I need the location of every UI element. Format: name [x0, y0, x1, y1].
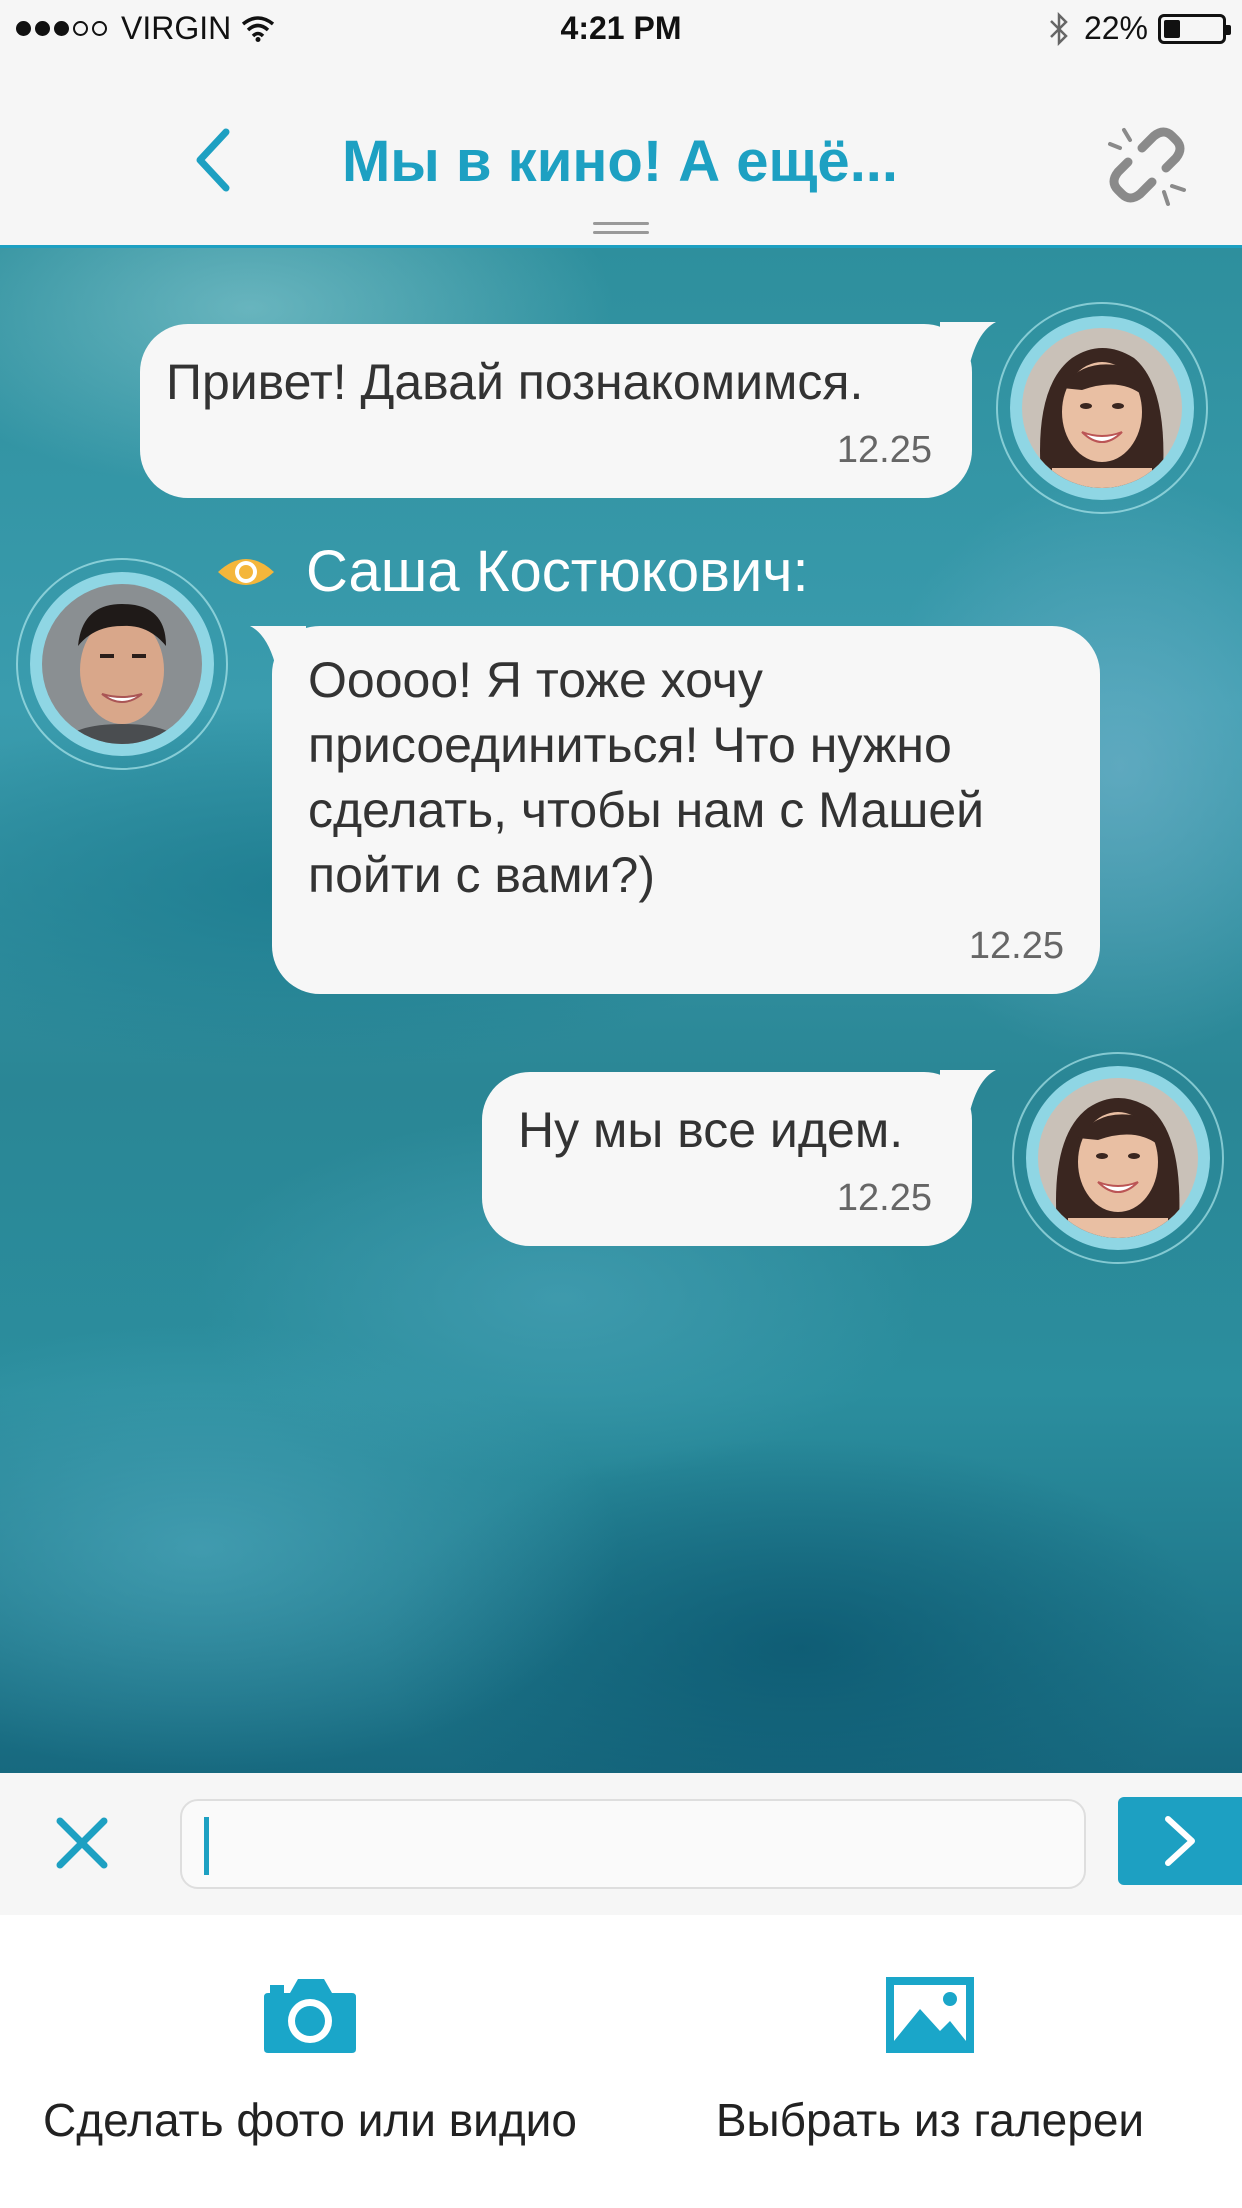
avatar-sasha[interactable] — [16, 558, 228, 770]
message-input-bar — [0, 1773, 1242, 1915]
message-bubble-incoming[interactable]: Ооооо! Я тоже хочу присоединиться! Что н… — [272, 626, 1100, 994]
bluetooth-icon — [1050, 11, 1068, 46]
avatar-photo-woman — [1038, 1078, 1198, 1238]
back-button[interactable] — [180, 120, 250, 200]
sender-row: Саша Костюкович: — [216, 538, 809, 605]
avatar-photo-man — [42, 584, 202, 744]
send-arrow-icon — [1165, 1816, 1195, 1866]
message-text: Привет! Давай познакомимся. — [166, 354, 864, 410]
unlink-icon — [1108, 127, 1186, 206]
battery-icon — [1158, 13, 1231, 44]
back-icon — [196, 128, 230, 192]
unlink-button[interactable] — [1102, 120, 1192, 210]
text-caret — [204, 1817, 209, 1875]
message-input[interactable] — [180, 1799, 1086, 1889]
avatar-self[interactable] — [1012, 1052, 1224, 1264]
choose-gallery-label: Выбрать из галереи — [715, 2094, 1145, 2146]
eye-icon — [218, 558, 274, 585]
message-text: Ну мы все идем. — [518, 1102, 904, 1158]
gallery-icon — [886, 1977, 974, 2053]
bubble-tail — [940, 1070, 996, 1120]
nav-bar: Мы в кино! А ещё... — [0, 60, 1242, 248]
sender-name: Саша Костюкович: — [306, 539, 809, 604]
avatar-self[interactable] — [996, 302, 1208, 514]
send-button[interactable] — [1118, 1797, 1242, 1885]
message-text: Ооооо! Я тоже хочу присоединиться! Что н… — [308, 652, 985, 903]
close-icon — [56, 1817, 108, 1869]
avatar-photo-woman — [1022, 328, 1182, 488]
drag-handle[interactable] — [593, 222, 649, 236]
cancel-button[interactable] — [52, 1813, 112, 1873]
chat-area[interactable]: Привет! Давай познакомимся. 12.25 Саша К… — [0, 248, 1242, 1773]
message-bubble-outgoing[interactable]: Привет! Давай познакомимся. 12.25 — [140, 324, 972, 498]
camera-icon — [264, 1979, 356, 2053]
status-bar: VIRGIN 4:21 PM 22% — [0, 0, 1242, 60]
message-time: 12.25 — [968, 925, 1064, 967]
choose-gallery-button[interactable]: Выбрать из галереи — [650, 1975, 1210, 2147]
message-bubble-outgoing[interactable]: Ну мы все идем. 12.25 — [482, 1072, 972, 1246]
take-photo-label: Сделать фото или видио — [43, 2094, 577, 2146]
status-right: 22% — [1048, 10, 1231, 47]
chat-title: Мы в кино! А ещё... — [341, 129, 899, 194]
attach-panel: Сделать фото или видио Выбрать из галере… — [0, 1915, 1242, 2208]
battery-percent: 22% — [1083, 10, 1148, 46]
bubble-tail — [940, 322, 996, 372]
message-time: 12.25 — [836, 429, 932, 471]
take-photo-button[interactable]: Сделать фото или видио — [30, 1975, 590, 2147]
message-time: 12.25 — [836, 1177, 932, 1219]
